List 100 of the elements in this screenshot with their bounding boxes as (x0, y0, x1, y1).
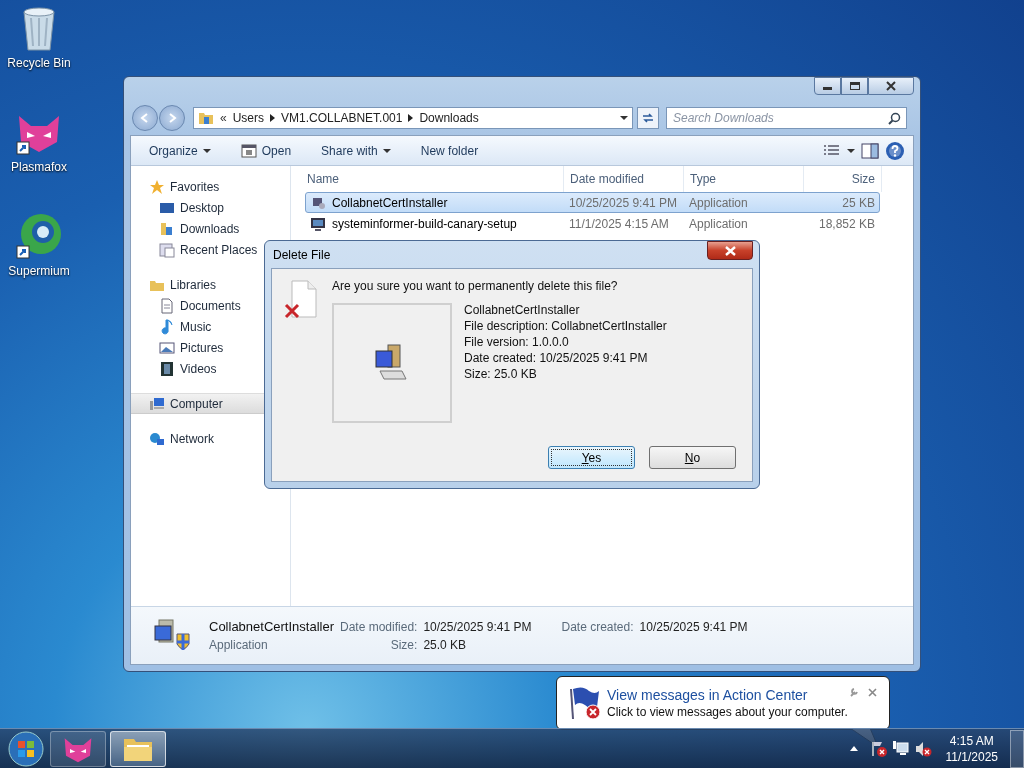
deleted-file-icon (284, 279, 318, 321)
start-button[interactable] (6, 728, 46, 768)
file-name: systeminformer-build-canary-setup (332, 216, 517, 231)
breadcrumb[interactable]: VM1.COLLABNET.001 (281, 111, 403, 125)
file-name: CollabnetCertInstaller (209, 619, 334, 634)
monitor-icon (310, 215, 326, 232)
type-cell-text: Application (688, 216, 749, 231)
show-desktop-button[interactable] (1010, 729, 1024, 768)
address-bar[interactable]: « Users VM1.COLLABNET.001 Downloads (193, 107, 633, 129)
close-icon (886, 81, 896, 91)
nav-item[interactable]: Music (131, 316, 290, 337)
desktop-icon-label[interactable]: Plasmafox (11, 160, 67, 174)
minimize-button[interactable] (814, 77, 841, 95)
flag-error-icon[interactable] (869, 739, 888, 758)
folder-icon (159, 220, 175, 237)
search-icon[interactable] (888, 112, 901, 125)
file-info-line: CollabnetCertInstaller (464, 303, 581, 317)
caret-icon (382, 148, 391, 153)
preview-pane-icon[interactable] (861, 142, 879, 159)
nav-item[interactable]: Pictures (131, 337, 290, 358)
music-note-icon (159, 318, 175, 335)
folder-icon (198, 110, 214, 126)
view-options-icon[interactable] (823, 143, 841, 158)
computer-icon (149, 395, 165, 412)
detail-label: Date created: (561, 620, 634, 634)
dialog-title: Delete File (272, 247, 331, 262)
date-cell-text: 10/25/2025 9:41 PM (568, 195, 679, 210)
detail-value: 10/25/2025 9:41 PM (423, 620, 532, 634)
breadcrumb[interactable]: Users (232, 111, 265, 125)
maximize-button[interactable] (841, 77, 868, 95)
clock-time: 4:15 AM (949, 733, 994, 748)
file-info-line: Size: 25.0 KB (464, 367, 538, 381)
nav-item[interactable]: Favorites (131, 176, 290, 197)
file-name: CollabnetCertInstaller (332, 195, 448, 210)
help-icon[interactable] (885, 140, 905, 161)
search-field[interactable]: Search Downloads (666, 107, 907, 129)
wrench-icon[interactable] (849, 687, 859, 697)
size-cell-text: 18,852 KB (817, 216, 876, 231)
back-button[interactable] (132, 105, 158, 131)
toolbar-button[interactable]: Open (232, 139, 300, 162)
overflow-chevron[interactable]: « (220, 111, 227, 125)
nav-item[interactable]: Videos (131, 358, 290, 379)
taskbar-button[interactable] (110, 730, 166, 767)
star-icon (149, 178, 165, 195)
show-hidden-icons-button[interactable] (849, 746, 858, 751)
file-info-line: File version: 1.0.0.0 (464, 335, 570, 349)
dialog-button[interactable]: Yes (548, 446, 635, 469)
clock[interactable]: 4:15 AM 11/1/2025 (945, 733, 998, 764)
detail-label: Size: (389, 638, 418, 652)
detail-label: Date modified: (340, 620, 418, 634)
dropdown-arrow-icon[interactable] (847, 148, 855, 153)
computer-icon (374, 343, 410, 383)
desktop-icon-label[interactable]: Recycle Bin (7, 56, 71, 70)
detail-value: 10/25/2025 9:41 PM (639, 620, 748, 634)
file-info-line: File description: CollabnetCertInstaller (464, 319, 667, 333)
confirmation-question: Are you sure you want to permanently delete this file? (332, 279, 619, 293)
detail-value: 25.0 KB (423, 638, 468, 652)
maximize-icon (849, 82, 860, 90)
file-info-line: Date created: 10/25/2025 9:41 PM (464, 351, 649, 365)
file-type: Application (209, 638, 269, 652)
nav-item[interactable]: Desktop (131, 197, 290, 218)
film-icon (159, 360, 175, 377)
picture-icon (159, 339, 175, 356)
toolbar-button[interactable]: Share with (313, 140, 399, 161)
nav-item[interactable]: Network (131, 428, 290, 449)
nav-item[interactable]: Documents (131, 295, 290, 316)
globe-icon (149, 430, 165, 447)
type-cell-text: Application (688, 195, 749, 210)
breadcrumb-arrow-icon[interactable] (408, 114, 414, 122)
size-cell-text: 25 KB (841, 195, 876, 210)
close-icon (724, 245, 736, 256)
globe-icon[interactable] (15, 212, 63, 260)
balloon-message: Click to view messages about your computer. (607, 705, 848, 719)
document-icon (159, 297, 175, 314)
toolbar-button[interactable]: Organize (141, 140, 219, 161)
refresh-icon (641, 112, 655, 124)
desktop-icon-label[interactable]: Supermium (8, 264, 70, 278)
date-cell-text: 11/1/2025 4:15 AM (568, 216, 670, 231)
flag-error-icon (567, 685, 603, 721)
open-icon (240, 142, 257, 159)
dialog-button[interactable]: No (649, 446, 736, 469)
windows-icon (159, 241, 175, 258)
forward-button[interactable] (159, 105, 185, 131)
network-icon[interactable] (891, 739, 910, 758)
file-row[interactable]: CollabnetCertInstaller 10/25/2025 9:41 PM Application 25 KB (305, 192, 880, 213)
close-button[interactable] (868, 77, 914, 95)
caret-icon (202, 148, 211, 153)
dropdown-arrow-icon[interactable] (620, 116, 628, 120)
breadcrumb-arrow-icon[interactable] (270, 114, 276, 122)
clock-date: 11/1/2025 (945, 749, 998, 764)
toolbar-button[interactable]: New folder (412, 140, 487, 161)
minimize-icon (823, 87, 832, 90)
nav-item[interactable]: Downloads (131, 218, 290, 239)
breadcrumb[interactable]: Downloads (419, 111, 479, 125)
nav-item[interactable]: Libraries (131, 274, 290, 295)
refresh-button[interactable] (637, 107, 659, 129)
balloon-title: View messages in Action Center (607, 687, 808, 703)
file-row[interactable]: systeminformer-build-canary-setup 11/1/2025 4:15 AM Application 18,852 KB (305, 213, 880, 234)
close-icon[interactable] (868, 688, 877, 697)
close-button[interactable] (707, 241, 753, 260)
